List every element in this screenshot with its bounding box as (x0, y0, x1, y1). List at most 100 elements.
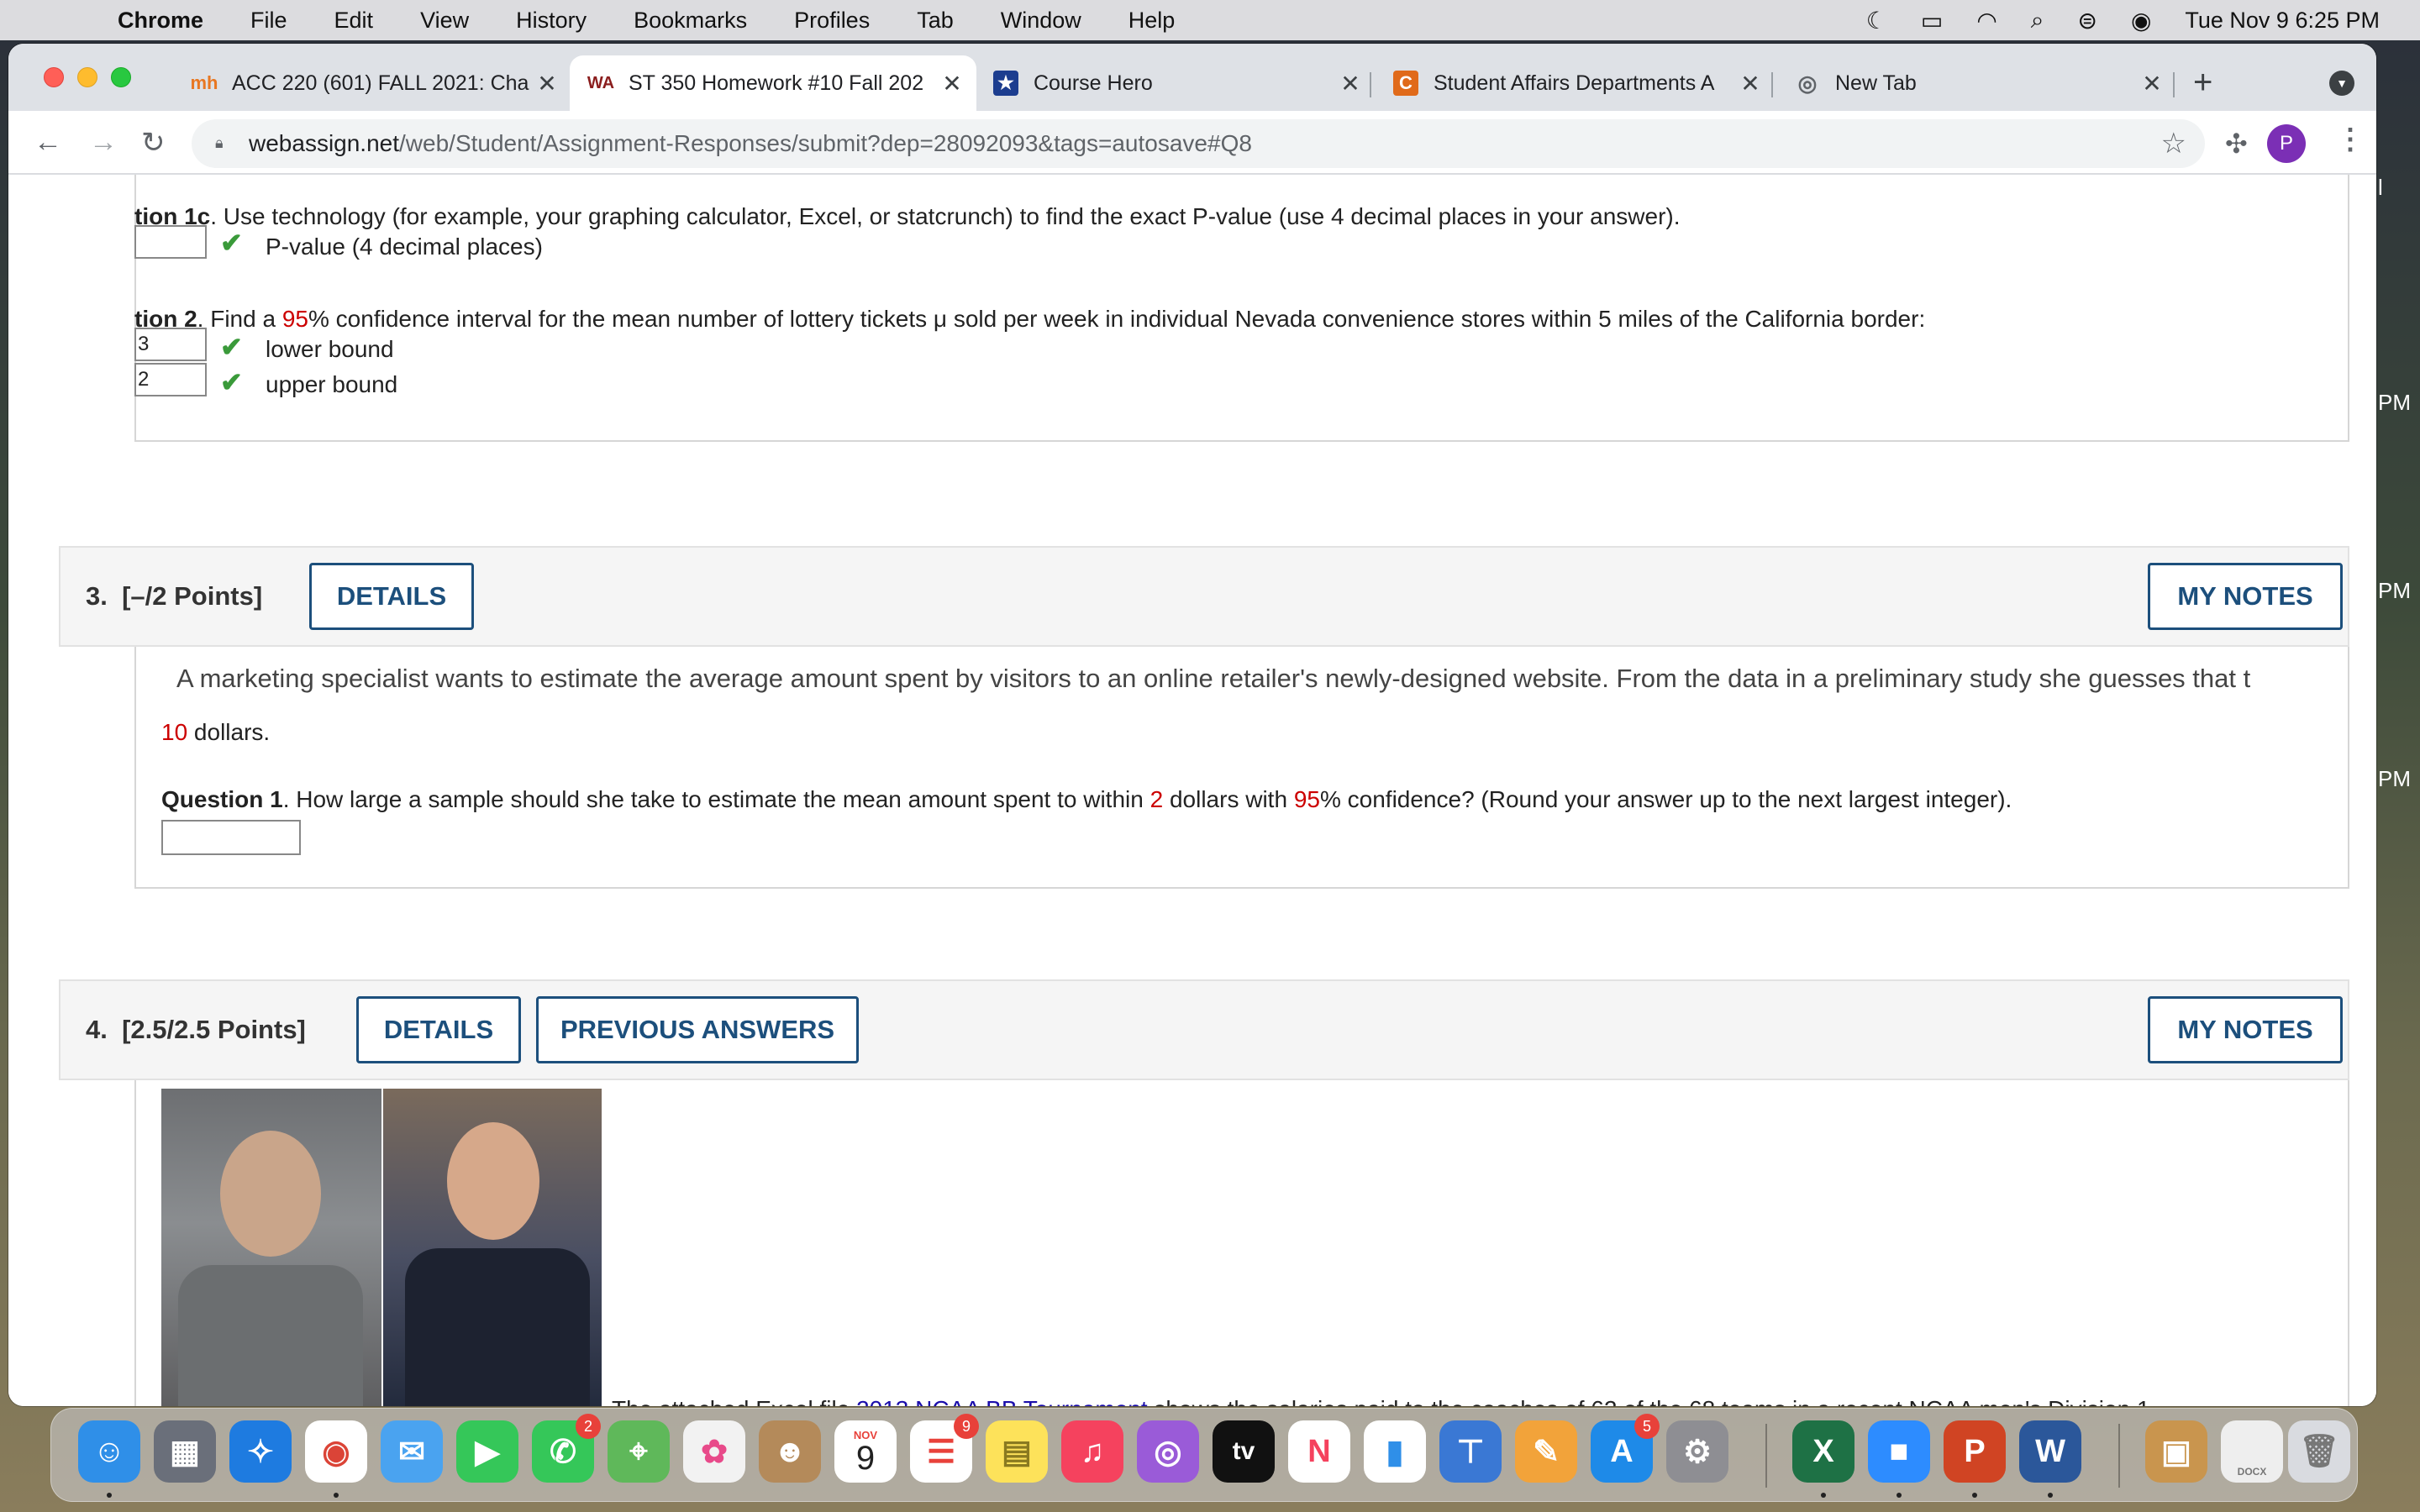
question-3-q1-text: Question 1. How large a sample should sh… (161, 786, 2012, 812)
siri-icon[interactable]: ◉ (2131, 7, 2151, 34)
profile-avatar[interactable]: P (2267, 124, 2306, 163)
tab-separator (1370, 72, 1371, 97)
menu-bookmarks[interactable]: Bookmarks (634, 8, 747, 34)
pages-icon[interactable]: ✎ (1515, 1420, 1577, 1483)
podcasts-icon[interactable]: ◎ (1137, 1420, 1199, 1483)
tab-new-tab[interactable]: ◎ New Tab ✕ (1776, 55, 2176, 111)
tab-title: Student Affairs Departments A (1434, 71, 1715, 95)
status-area: ☾ ▭ ◠ ⌕ ⊜ ◉ Tue Nov 9 6:25 PM (1866, 0, 2420, 40)
tab-student-affairs[interactable]: C Student Affairs Departments A ✕ (1375, 55, 1775, 111)
system-preferences-gear-icon[interactable]: ⚙ (1666, 1420, 1728, 1483)
new-tab-plus-icon[interactable]: + (2193, 64, 2212, 102)
menu-window[interactable]: Window (1001, 8, 1081, 34)
details-button[interactable]: DETAILS (309, 563, 474, 630)
address-bar[interactable]: 🔒︎ webassign.net /web/Student/Assignment… (192, 119, 2205, 168)
facetime-icon[interactable]: ▶ (456, 1420, 518, 1483)
powerpoint-icon[interactable]: P (1944, 1420, 2006, 1483)
trash-icon[interactable]: 🗑︎ (2288, 1420, 2350, 1483)
control-center-icon[interactable]: ⊜ (2077, 7, 2096, 34)
app-store-icon[interactable]: A5 (1591, 1414, 1660, 1483)
question-3-title: 3. [–/2 Points] (86, 581, 263, 611)
question-4-title: 4. [2.5/2.5 Points] (86, 1015, 306, 1044)
zoom-window-button[interactable] (111, 67, 131, 87)
wifi-icon[interactable]: ◠ (1976, 7, 1996, 34)
close-tab-icon[interactable]: ✕ (1338, 70, 1363, 97)
menu-help[interactable]: Help (1128, 8, 1176, 34)
finder-icon[interactable]: ☺ (78, 1420, 140, 1483)
close-tab-icon[interactable]: ✕ (2139, 70, 2165, 97)
menu-history[interactable]: History (516, 8, 587, 34)
spotlight-search-icon[interactable]: ⌕ (2031, 7, 2044, 34)
minimize-window-button[interactable] (77, 67, 97, 87)
tab-search-icon[interactable]: ▼ (2329, 71, 2354, 96)
menu-view[interactable]: View (420, 8, 469, 34)
keynote-icon[interactable]: ⊤ (1439, 1420, 1502, 1483)
messages-icon[interactable]: ✆ 2 (532, 1414, 601, 1483)
bookmark-star-icon[interactable]: ☆ (2161, 127, 2186, 160)
previous-answers-button[interactable]: PREVIOUS ANSWERS (536, 996, 859, 1063)
close-tab-icon[interactable]: ✕ (939, 70, 965, 97)
maps-icon[interactable]: ⌖ (608, 1420, 670, 1483)
notes-icon[interactable]: ▤ (986, 1420, 1048, 1483)
safari-icon[interactable]: ✧ (229, 1420, 292, 1483)
my-notes-button[interactable]: MY NOTES (2148, 996, 2343, 1063)
launchpad-icon[interactable]: ▦ (154, 1420, 216, 1483)
menu-clock[interactable]: Tue Nov 9 6:25 PM (2185, 8, 2380, 34)
question-4-body: The attached Excel file 2013 NCAA BB Tou… (134, 1080, 2349, 1406)
menu-tab[interactable]: Tab (917, 8, 954, 34)
news-icon[interactable]: N (1288, 1420, 1350, 1483)
question-3-intro-cont: 10 dollars. (161, 719, 271, 745)
close-window-button[interactable] (44, 67, 64, 87)
macos-menu-bar: Chrome File Edit View History Bookmarks … (0, 0, 2420, 40)
menu-profiles[interactable]: Profiles (794, 8, 870, 34)
pvalue-input[interactable] (134, 225, 207, 259)
reminders-badge: 9 (954, 1414, 979, 1439)
my-notes-button[interactable]: MY NOTES (2148, 563, 2343, 630)
photos-icon[interactable]: ✿ (683, 1420, 745, 1483)
browser-toolbar: ← → ↻ 🔒︎ webassign.net /web/Student/Assi… (8, 111, 2376, 175)
lower-bound-label: lower bound (266, 336, 394, 362)
apple-tv-icon[interactable]: tv (1213, 1420, 1275, 1483)
back-arrow-icon[interactable]: ← (34, 126, 62, 159)
menu-edit[interactable]: Edit (334, 8, 374, 34)
lower-bound-input[interactable]: 3 (134, 328, 207, 361)
contacts-icon[interactable]: ☻ (759, 1420, 821, 1483)
tab-st350-homework[interactable]: WA ST 350 Homework #10 Fall 202 ✕ (570, 55, 976, 111)
word-icon[interactable]: W (2019, 1420, 2081, 1483)
close-tab-icon[interactable]: ✕ (1738, 70, 1763, 97)
question-4-header: 4. [2.5/2.5 Points] DETAILS PREVIOUS ANS… (59, 979, 2349, 1080)
battery-icon[interactable]: ▭ (1921, 7, 1943, 34)
reminders-icon[interactable]: ☰ 9 (910, 1414, 979, 1483)
question-3-body: A marketing specialist wants to estimate… (134, 647, 2349, 889)
menu-file[interactable]: File (250, 8, 287, 34)
calendar-icon[interactable]: NOV 9 (834, 1420, 897, 1483)
menu-app-chrome[interactable]: Chrome (118, 8, 203, 34)
correct-check-icon: ✔ (220, 228, 243, 258)
close-tab-icon[interactable]: ✕ (534, 70, 560, 97)
downloads-box-icon[interactable]: ▣ (2145, 1420, 2207, 1483)
chrome-icon: ◎ (1797, 70, 1818, 96)
extensions-puzzle-icon[interactable]: ✣ (2225, 128, 2248, 160)
docx-file-icon[interactable]: DOCX (2221, 1420, 2283, 1483)
numbers-chart-icon[interactable]: ▮ (1364, 1420, 1426, 1483)
tab-acc220[interactable]: mh ACC 220 (601) FALL 2021: Cha ✕ (173, 55, 571, 111)
chrome-icon[interactable]: ◉ (305, 1420, 367, 1483)
tab-course-hero[interactable]: ★ Course Hero ✕ (975, 55, 1375, 111)
music-icon[interactable]: ♫ (1061, 1420, 1123, 1483)
chrome-menu-icon[interactable]: ⋮ (2336, 123, 2365, 156)
zoom-icon[interactable]: ■ (1868, 1420, 1930, 1483)
excel-file-link[interactable]: 2013 NCAA BB Tournament (856, 1396, 1148, 1406)
tab-title: New Tab (1835, 71, 1917, 95)
lock-icon[interactable]: 🔒︎ (215, 134, 230, 153)
appstore-badge: 5 (1634, 1414, 1660, 1439)
forward-arrow-icon[interactable]: → (89, 126, 118, 159)
mail-icon[interactable]: ✉ (381, 1420, 443, 1483)
dark-mode-moon-icon[interactable]: ☾ (1866, 7, 1887, 34)
sample-size-input[interactable] (161, 820, 301, 855)
details-button[interactable]: DETAILS (356, 996, 521, 1063)
upper-bound-input[interactable]: 2 (134, 363, 207, 396)
excel-icon[interactable]: X (1792, 1420, 1854, 1483)
tab-title: Course Hero (1034, 71, 1153, 95)
reload-icon[interactable]: ↻ (141, 126, 166, 160)
dock-separator (1765, 1424, 1767, 1488)
